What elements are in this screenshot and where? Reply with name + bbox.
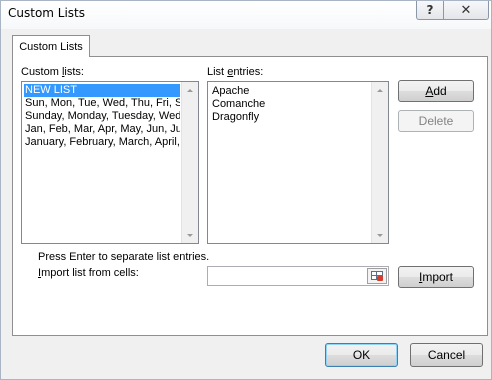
list-entries-scrollbar[interactable] — [371, 82, 388, 243]
title-bar[interactable]: Custom Lists ? ✕ — [1, 1, 491, 29]
list-entries-label: List entries: — [207, 66, 264, 78]
custom-lists-items: NEW LIST Sun, Mon, Tue, Wed, Thu, Fri, Sa… — [24, 84, 180, 149]
import-button[interactable]: Import — [398, 266, 474, 288]
custom-lists-label: Custom lists: — [21, 66, 84, 78]
scroll-down-arrow-icon — [187, 233, 193, 237]
custom-list-item[interactable]: January, February, March, April, May, Ju… — [24, 136, 180, 149]
list-entry-line: Apache — [212, 85, 250, 97]
scroll-up-arrow-icon — [187, 88, 193, 92]
scroll-up-button[interactable] — [182, 82, 198, 98]
hint-text: Press Enter to separate list entries. — [38, 251, 210, 263]
window-title: Custom Lists — [8, 6, 86, 20]
help-button[interactable]: ? — [416, 1, 444, 20]
help-icon: ? — [426, 3, 434, 17]
add-button[interactable]: Add — [398, 80, 474, 102]
list-entries-items: Apache Comanche Dragonfly — [211, 85, 370, 124]
custom-list-item[interactable]: NEW LIST — [24, 84, 180, 97]
scroll-down-button[interactable] — [182, 227, 198, 243]
custom-list-item[interactable]: Sun, Mon, Tue, Wed, Thu, Fri, Sat — [24, 97, 180, 110]
delete-button[interactable]: Delete — [398, 110, 474, 132]
scroll-up-arrow-icon — [377, 88, 383, 92]
scroll-down-button[interactable] — [372, 227, 388, 243]
ok-button[interactable]: OK — [325, 343, 398, 367]
cancel-button[interactable]: Cancel — [410, 343, 483, 367]
tab-custom-lists[interactable]: Custom Lists — [12, 35, 90, 57]
custom-lists-listbox[interactable]: NEW LIST Sun, Mon, Tue, Wed, Thu, Fri, Sa… — [21, 81, 199, 244]
scroll-down-arrow-icon — [377, 233, 383, 237]
custom-list-item[interactable]: Sunday, Monday, Tuesday, Wednesday, Thur… — [24, 110, 180, 123]
custom-lists-dialog: Custom Lists ? ✕ Custom Lists Custom lis… — [0, 0, 492, 380]
list-entries-textbox[interactable]: Apache Comanche Dragonfly — [207, 81, 389, 244]
tab-custom-lists-label: Custom Lists — [19, 40, 83, 53]
list-entry-line: Comanche — [212, 98, 266, 110]
range-selector-button[interactable] — [367, 268, 387, 284]
custom-lists-scrollbar[interactable] — [181, 82, 198, 243]
scroll-up-button[interactable] — [372, 82, 388, 98]
close-button[interactable]: ✕ — [443, 1, 489, 20]
list-entry-line: Dragonfly — [212, 111, 260, 123]
close-icon: ✕ — [460, 2, 472, 18]
import-list-label: Import list from cells: — [38, 267, 139, 279]
import-range-input[interactable] — [207, 266, 389, 286]
range-selector-arrow-icon — [377, 276, 383, 281]
tab-panel: Custom lists: NEW LIST Sun, Mon, Tue, Wed… — [12, 56, 488, 336]
custom-list-item[interactable]: Jan, Feb, Mar, Apr, May, Jun, Jul, Aug, … — [24, 123, 180, 136]
